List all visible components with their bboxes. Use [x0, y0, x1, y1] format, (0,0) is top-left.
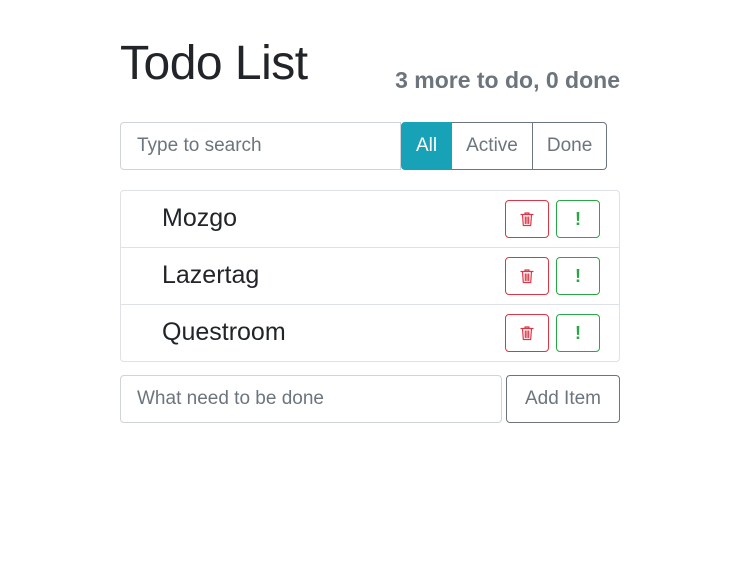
todo-item-label[interactable]: Lazertag: [162, 261, 259, 290]
todo-list: Mozgo ! Lazertag ! Questroom !: [120, 190, 620, 362]
filter-done-button[interactable]: Done: [531, 122, 608, 170]
list-item: Lazertag !: [121, 247, 619, 304]
app-header: Todo List 3 more to do, 0 done: [120, 34, 620, 104]
trash-icon: [520, 212, 534, 227]
list-item: Mozgo !: [121, 191, 619, 247]
filter-active-button[interactable]: Active: [451, 122, 533, 170]
todo-item-label[interactable]: Mozgo: [162, 204, 237, 233]
add-item-button[interactable]: Add Item: [506, 375, 620, 423]
add-item-form: Add Item: [120, 375, 620, 423]
filter-all-button[interactable]: All: [401, 122, 453, 170]
delete-button[interactable]: [505, 314, 549, 352]
todo-counter: 3 more to do, 0 done: [395, 67, 620, 93]
list-item: Questroom !: [121, 304, 619, 361]
search-panel: All Active Done: [120, 122, 620, 170]
mark-important-button[interactable]: !: [556, 314, 600, 352]
exclamation-icon: !: [575, 265, 581, 286]
delete-button[interactable]: [505, 257, 549, 295]
todo-item-label[interactable]: Questroom: [162, 318, 286, 347]
search-input[interactable]: [120, 122, 401, 170]
todo-app: Todo List 3 more to do, 0 done All Activ…: [120, 34, 620, 423]
page-title: Todo List: [120, 37, 308, 90]
status-filter: All Active Done: [401, 122, 608, 170]
new-item-input[interactable]: [120, 375, 502, 423]
mark-important-button[interactable]: !: [556, 200, 600, 238]
delete-button[interactable]: [505, 200, 549, 238]
exclamation-icon: !: [575, 208, 581, 229]
trash-icon: [520, 326, 534, 341]
exclamation-icon: !: [575, 322, 581, 343]
trash-icon: [520, 269, 534, 284]
mark-important-button[interactable]: !: [556, 257, 600, 295]
